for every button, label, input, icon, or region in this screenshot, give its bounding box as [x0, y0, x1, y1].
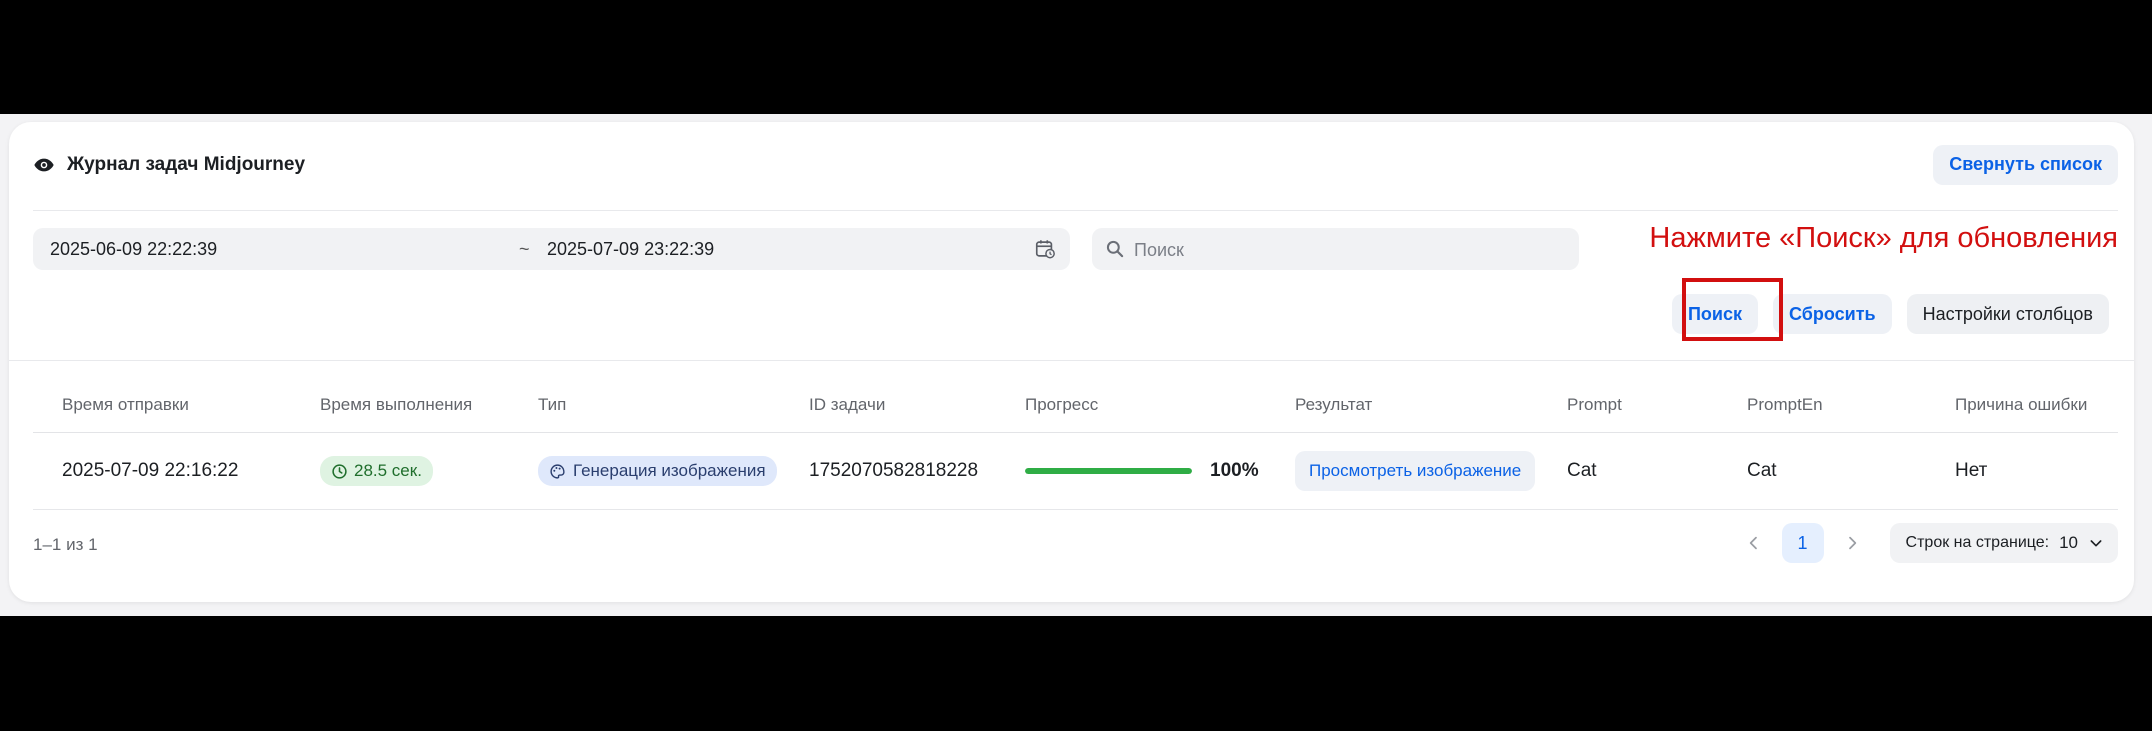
date-start[interactable]: 2025-06-09 22:22:39 [50, 239, 217, 260]
reset-button[interactable]: Сбросить [1772, 294, 1892, 334]
task-log-card: Журнал задач Midjourney Свернуть список … [9, 122, 2134, 602]
type-badge: Генерация изображения [538, 456, 777, 486]
column-header-progress[interactable]: Прогресс [1025, 395, 1098, 415]
date-separator: ~ [519, 238, 530, 259]
section-divider [9, 360, 2134, 361]
page-number-current[interactable]: 1 [1781, 523, 1824, 563]
search-box[interactable] [1092, 228, 1579, 272]
card-header: Журнал задач Midjourney Свернуть список [33, 142, 2118, 187]
progress-label: 100% [1210, 460, 1259, 481]
eye-icon [33, 154, 55, 176]
column-header-result[interactable]: Результат [1295, 395, 1372, 415]
top-black-band [0, 0, 2152, 114]
filters-row: 2025-06-09 22:22:39 ~ 2025-07-09 23:22:3… [33, 222, 2118, 272]
progress-bar [1025, 468, 1192, 474]
column-header-type[interactable]: Тип [538, 395, 566, 415]
search-hint: Нажмите «Поиск» для обновления [1649, 222, 2118, 254]
cell-progress: 100% [1025, 433, 1259, 509]
table-row: 2025-07-09 22:16:22 28.5 сек. Генерация … [33, 433, 2118, 510]
search-button-highlight [1682, 278, 1783, 341]
cell-duration: 28.5 сек. [320, 433, 433, 509]
date-range-picker[interactable]: 2025-06-09 22:22:39 ~ 2025-07-09 23:22:3… [33, 228, 1070, 270]
type-text: Генерация изображения [573, 461, 766, 480]
date-end[interactable]: 2025-07-09 23:22:39 [547, 239, 714, 260]
page-title: Журнал задач Midjourney [67, 153, 306, 175]
clock-icon [331, 463, 348, 480]
view-image-button[interactable]: Просмотреть изображение [1295, 451, 1536, 491]
rows-per-page-select[interactable]: Строк на странице: 10 [1889, 523, 2118, 563]
column-header-prompt-en[interactable]: PromptEn [1747, 395, 1823, 415]
duration-text: 28.5 сек. [354, 461, 422, 480]
search-input[interactable] [1132, 228, 1566, 272]
task-table: Время отправки Время выполнения Тип ID з… [33, 378, 2118, 510]
page-canvas: Журнал задач Midjourney Свернуть список … [0, 114, 2152, 616]
search-icon [1105, 239, 1125, 259]
calendar-icon[interactable] [1034, 238, 1056, 260]
pagination: 1 Строк на странице: 10 [1734, 522, 2118, 564]
column-settings-button[interactable]: Настройки столбцов [1906, 294, 2109, 334]
cell-error: Нет [1955, 460, 1988, 481]
column-header-prompt[interactable]: Prompt [1567, 395, 1622, 415]
chevron-down-icon [2088, 535, 2104, 551]
cell-submit-time: 2025-07-09 22:16:22 [62, 460, 239, 481]
column-header-duration[interactable]: Время выполнения [320, 395, 472, 415]
rows-per-page-label: Строк на странице: [1905, 534, 2050, 551]
cell-type: Генерация изображения [538, 433, 777, 509]
cell-prompt: Cat [1567, 460, 1597, 481]
bottom-black-band [0, 616, 2152, 731]
table-footer: 1–1 из 1 1 Строк на странице: 10 [33, 522, 2118, 566]
cell-task-id: 1752070582818228 [809, 460, 979, 481]
palette-icon [549, 463, 566, 480]
cell-prompt-en: Cat [1747, 460, 1777, 481]
table-header: Время отправки Время выполнения Тип ID з… [33, 378, 2118, 433]
column-header-submit-time[interactable]: Время отправки [62, 395, 189, 415]
header-divider [33, 210, 2118, 211]
cell-result: Просмотреть изображение [1295, 433, 1536, 509]
column-header-error[interactable]: Причина ошибки [1955, 395, 2087, 415]
collapse-list-button[interactable]: Свернуть список [1933, 144, 2118, 185]
title-wrap: Журнал задач Midjourney [33, 154, 305, 176]
column-header-task-id[interactable]: ID задачи [809, 395, 885, 415]
duration-badge: 28.5 сек. [320, 456, 433, 486]
rows-per-page-value: 10 [2059, 533, 2078, 552]
progress-bar-fill [1025, 468, 1192, 474]
pagination-range: 1–1 из 1 [33, 535, 98, 554]
chevron-right-icon[interactable] [1832, 523, 1872, 563]
chevron-left-icon[interactable] [1734, 523, 1774, 563]
